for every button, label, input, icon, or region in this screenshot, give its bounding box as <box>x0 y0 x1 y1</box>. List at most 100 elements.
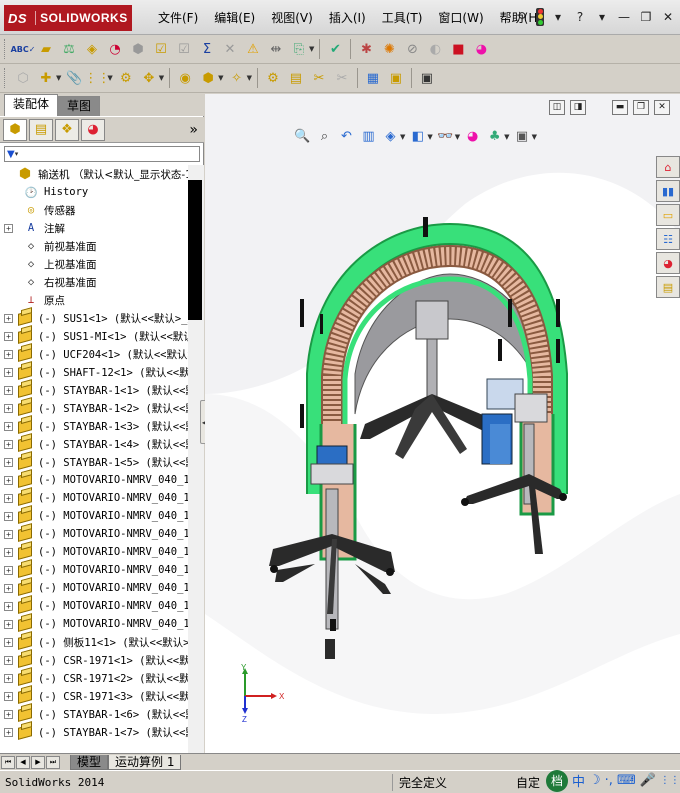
tree-component[interactable]: + (-) MOTOVARIO-NMRV_040_140X<4> <box>0 525 188 543</box>
expand-toggle-icon[interactable]: + <box>4 493 13 503</box>
spellcheck-icon[interactable]: ABC✓ <box>11 39 36 59</box>
tree-component[interactable]: + (-) 侧板11<1> (默认<<默认>_显示状态 1>) <box>0 633 188 651</box>
expand-toggle-icon[interactable]: + <box>4 619 13 629</box>
tree-component[interactable]: + (-) MOTOVARIO-NMRV_040_140X<9> <box>0 615 188 633</box>
more-tabs-icon[interactable]: » <box>189 122 198 138</box>
expand-toggle-icon[interactable]: + <box>4 385 13 395</box>
menu-window[interactable]: 窗口(W) <box>430 9 491 27</box>
tree-component[interactable]: + (-) CSR-1971<2> (默认<<默认>_显示状态 1>) <box>0 669 188 687</box>
section-view-icon[interactable]: ▥ <box>359 127 378 146</box>
tree-component[interactable]: + (-) MOTOVARIO-NMRV_040_140X<5> <box>0 543 188 561</box>
show-hidden-icon[interactable]: ◉ <box>175 68 195 88</box>
tree-item[interactable]: ◇ 前视基准面 <box>0 237 188 255</box>
expand-toggle-icon[interactable]: + <box>4 583 13 593</box>
add-ins-icon[interactable]: ■ <box>448 39 468 59</box>
filter-icon[interactable]: ▼ <box>7 149 15 160</box>
compare-icon[interactable]: ⎘ <box>289 39 309 59</box>
hole-alignment-icon[interactable]: ✕ <box>220 39 240 59</box>
interference-icon[interactable]: ⬢ <box>128 39 148 59</box>
instant3d-icon[interactable]: ▣ <box>417 68 437 88</box>
scene-dropdown-icon[interactable]: ▼ <box>504 133 509 141</box>
compare-dropdown-icon[interactable]: ▼ <box>309 45 314 53</box>
tab-model[interactable]: 模型 <box>70 754 109 770</box>
tree-item[interactable]: ◇ 右视基准面 <box>0 273 188 291</box>
display-style-icon[interactable]: ◧ <box>408 127 427 146</box>
viewport-minimize-button[interactable]: ▬ <box>612 100 628 115</box>
features-dropdown-icon[interactable]: ▼ <box>218 74 223 82</box>
previous-view-icon[interactable]: ↶ <box>337 127 356 146</box>
tree-component[interactable]: + (-) MOTOVARIO-NMRV_040_140X<3> <box>0 507 188 525</box>
linear-pattern-icon[interactable]: ⋮⋮ <box>84 68 110 88</box>
graphics-area[interactable]: ◫ ◨ ▬ ❐ ✕ 🔍 ⌕ ↶ ▥ ◈ ▼ ◧ ▼ 👓 ▼ ◕ ♣ ▼ ▣ ▼ … <box>205 94 680 753</box>
warning-icon[interactable]: ⚠ <box>243 39 263 59</box>
ime-mode[interactable]: 中 <box>572 771 585 790</box>
custom-properties-icon[interactable]: ▤ <box>656 276 680 298</box>
toolbar-grip[interactable] <box>4 39 7 59</box>
tree-component[interactable]: + (-) UCF204<1> (默认<<默认>_显示状态 1>) <box>0 345 188 363</box>
featureworks-icon[interactable]: ✱ <box>356 39 376 59</box>
first-tab-arrow-icon[interactable]: ⏮ <box>1 755 15 769</box>
view-palette-icon[interactable]: ☷ <box>656 228 680 250</box>
appearances-scenes-icon[interactable]: ◕ <box>656 252 680 274</box>
split-vertical-button[interactable]: ◨ <box>570 100 586 115</box>
expand-toggle-icon[interactable]: + <box>4 331 13 341</box>
view-settings-icon[interactable]: ▣ <box>513 127 532 146</box>
expand-toggle-icon[interactable]: + <box>4 655 13 665</box>
pin-icon[interactable]: ⚲ <box>514 9 530 25</box>
check-icon[interactable]: ◔ <box>105 39 125 59</box>
menu-file[interactable]: 文件(F) <box>150 9 206 27</box>
menu-edit[interactable]: 编辑(E) <box>206 9 263 27</box>
new-motion-study-icon[interactable]: ⚙ <box>263 68 283 88</box>
configurationmanager-tab-icon[interactable]: ❖ <box>55 118 79 141</box>
bill-of-materials-icon[interactable]: ▤ <box>286 68 306 88</box>
displaymanager-tab-icon[interactable]: ◕ <box>81 118 105 141</box>
help-button[interactable]: ? <box>572 9 588 25</box>
tree-root[interactable]: ⬢ 输送机 （默认<默认_显示状态-1>） <box>0 165 188 183</box>
solidworks-resources-icon[interactable]: ⌂ <box>656 156 680 178</box>
smart-fasteners-icon[interactable]: ⚙ <box>116 68 136 88</box>
mate-icon[interactable]: 📎 <box>64 68 84 88</box>
close-button[interactable]: ✕ <box>660 9 676 25</box>
prev-tab-arrow-icon[interactable]: ◀ <box>16 755 30 769</box>
solidworks-logo[interactable]: DS SOLIDWORKS <box>4 5 132 31</box>
tree-scrollbar-thumb[interactable] <box>188 180 202 320</box>
tree-component[interactable]: + (-) MOTOVARIO-NMRV_040_140X<8> <box>0 597 188 615</box>
tree-item[interactable]: ⊥ 原点 <box>0 291 188 309</box>
propertymanager-tab-icon[interactable]: ▤ <box>29 118 53 141</box>
tree-component[interactable]: + (-) MOTOVARIO-NMRV_040_140X<7> <box>0 579 188 597</box>
viewport-close-button[interactable]: ✕ <box>654 100 670 115</box>
macro-icon[interactable]: ⊘ <box>402 39 422 59</box>
keyboard-icon[interactable]: ⌨ <box>617 773 636 788</box>
move-component-icon[interactable]: ✥ <box>139 68 159 88</box>
select-checkbox-icon[interactable]: ☑ <box>151 39 171 59</box>
expand-toggle-icon[interactable]: + <box>4 403 13 413</box>
hide-show-dropdown-icon[interactable]: ▼ <box>455 133 460 141</box>
tree-component[interactable]: + (-) CSR-1971<3> (默认<<默认>_显示状态 1>) <box>0 687 188 705</box>
apply-scene-icon[interactable]: ♣ <box>485 127 504 146</box>
expand-toggle-icon[interactable]: + <box>4 547 13 557</box>
edit-appearance-icon[interactable]: ◕ <box>463 127 482 146</box>
design-checker-icon[interactable]: ✔ <box>325 39 345 59</box>
expand-toggle-icon[interactable]: + <box>4 727 13 737</box>
zoom-to-fit-icon[interactable]: 🔍 <box>293 127 312 146</box>
expand-toggle-icon[interactable]: + <box>4 529 13 539</box>
file-explorer-icon[interactable]: ▭ <box>656 204 680 226</box>
explode-line-sketch-icon[interactable]: ✂ <box>332 68 352 88</box>
tree-component[interactable]: + (-) MOTOVARIO-NMRV_040_140X<1> <box>0 471 188 489</box>
split-horizontal-button[interactable]: ◫ <box>549 100 565 115</box>
expand-toggle-icon[interactable]: + <box>4 421 13 431</box>
expand-toggle-icon[interactable]: + <box>4 367 13 377</box>
pattern-dropdown-icon[interactable]: ▼ <box>107 74 112 82</box>
expand-toggle-icon[interactable]: + <box>4 709 13 719</box>
expand-toggle-icon[interactable]: + <box>4 691 13 701</box>
tree-component[interactable]: + (-) STAYBAR-1<4> (默认<<默认>_显示状态 1>) <box>0 435 188 453</box>
expand-toggle-icon[interactable]: + <box>4 601 13 611</box>
tree-filter-field[interactable]: ▼ ▾ <box>4 146 200 162</box>
exploded-view-icon[interactable]: ✂ <box>309 68 329 88</box>
tree-component[interactable]: + (-) STAYBAR-1<1> (默认<<默认>_显示状态 1>) <box>0 381 188 399</box>
view-orientation-icon[interactable]: ◈ <box>381 127 400 146</box>
status-custom[interactable]: 自定 <box>502 774 540 791</box>
menu-view[interactable]: 视图(V) <box>263 9 321 27</box>
rebuild-status-icon[interactable] <box>536 8 544 26</box>
section-properties-icon[interactable]: ◈ <box>82 39 102 59</box>
